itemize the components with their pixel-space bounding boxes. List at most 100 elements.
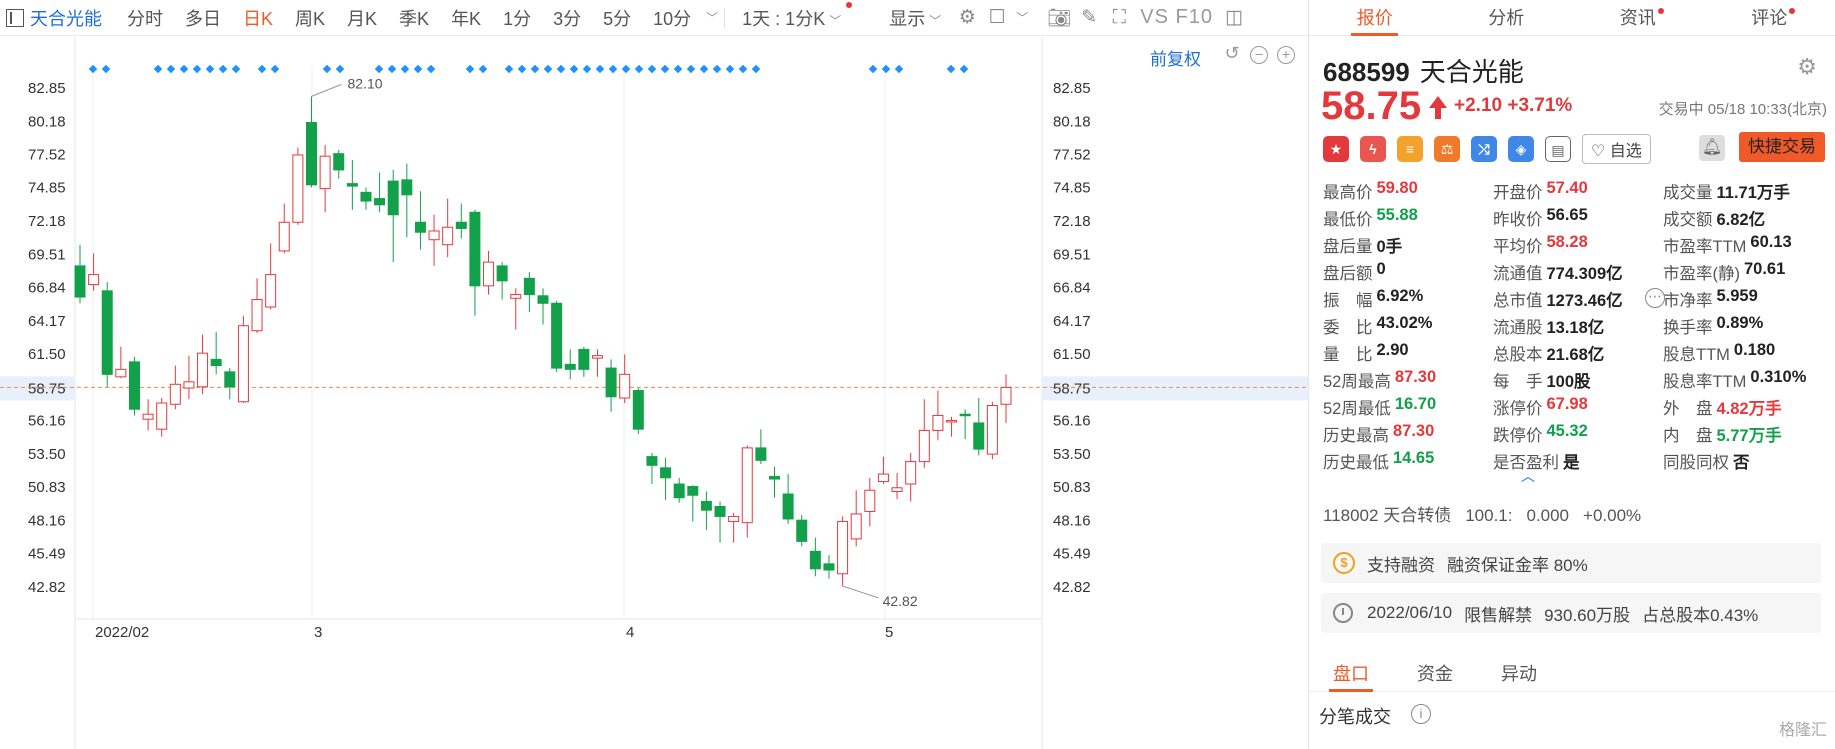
coins-icon[interactable]: ≡ [1397,136,1423,162]
kline-chart[interactable]: 82.85 82.85 80.18 80.18 77.52 77.52 74.85 74.85… [0,37,1308,749]
zoom-in-icon[interactable]: + [1277,46,1295,64]
event-marker [582,64,592,74]
tab-news[interactable]: 资讯 [1572,0,1704,35]
clock-icon [1333,603,1353,623]
tab-analysis[interactable]: 分析 [1441,0,1573,35]
shuffle-icon[interactable]: ⤮ [1471,136,1497,162]
period-more-chevron-icon[interactable]: ﹀ [706,9,718,26]
quote-row: 历史最低 14.65 是否盈利是同股同权否 [1323,449,1833,476]
vs-f10-button[interactable]: VS F10 [1134,6,1219,29]
date-axis-label: 5 [885,624,893,641]
period-tab-1min[interactable]: 1分 [492,5,542,31]
stock-name-tab[interactable]: 天合光能 [24,5,116,31]
date-axis-label: 3 [314,624,322,641]
candle-up [183,381,195,389]
candle-down [578,348,590,370]
zoom-out-icon[interactable]: − [1250,46,1268,64]
quote-value: 是 [1563,454,1580,472]
quote-cell: 量 比 2.90 [1323,341,1493,368]
event-marker [88,64,98,74]
period-tab-10min[interactable]: 10分 [642,5,702,31]
tab-comments[interactable]: 评论 [1704,0,1835,35]
quote-row: 最高价 59.80 开盘价 57.40 成交量 11.71万手 [1323,179,1833,206]
bookmark-icon[interactable]: ▤ [1545,136,1571,162]
quote-label: 成交额 [1663,211,1713,229]
price-axis-label-right: 45.49 [1053,546,1091,563]
unlock-card[interactable]: 2022/06/10 限售解禁 930.60万股 占总股本0.43% [1321,593,1821,633]
period-tab-multiday[interactable]: 多日 [174,5,232,31]
candle-up [88,274,100,286]
candle-up [442,226,454,246]
tab-orderbook[interactable]: 盘口 [1309,656,1393,692]
expand-chevron-icon[interactable]: ︿ [1521,466,1535,486]
event-marker [556,64,566,74]
adjust-mode-button[interactable]: 前复权 [1150,45,1201,70]
pencil-icon[interactable]: ✎ [1074,6,1104,29]
price-axis-label-left: 42.82 [28,579,66,596]
unlock-shares: 930.60万股 [1544,605,1631,625]
quote-row: 盘后量 0手 平均价 58.28 市盈率TTM 60.13 [1323,233,1833,260]
quote-label: 盘后额 [1323,265,1373,283]
quote-cell: 委 比 43.02% [1323,314,1493,341]
feature-icon-row: ★ ϟ ≡ ⚖ ⤮ ◈ ▤ ♡ 自选 [1323,134,1651,164]
period-tab-3min[interactable]: 3分 [542,5,592,31]
quote-label: 平均价 [1493,238,1543,256]
tab-quote[interactable]: 报价 [1309,0,1441,36]
quote-value: 13.18亿 [1546,319,1605,337]
candle-down [128,361,140,410]
kline-chart-canvas[interactable]: 82.85 82.85 80.18 80.18 77.52 77.52 74.85 74.85… [0,37,1308,749]
candle-down [306,122,317,186]
quick-trade-button[interactable]: 快捷交易 [1739,132,1825,162]
balance-icon[interactable]: ⚖ [1434,136,1460,162]
gear-icon[interactable]: ⚙ [1797,54,1817,80]
quote-value: 0.180 [1733,341,1776,359]
candle-up [728,515,740,522]
candle-up [197,352,209,388]
period-tab-weekly[interactable]: 周K [284,5,336,31]
kline-setting-label: 1天 : 1分K [742,8,826,29]
convertible-bond-row[interactable]: 118002 天合转债 100.1: 0.000 +0.00% [1323,501,1655,526]
tab-fundflow[interactable]: 资金 [1393,656,1477,691]
period-tab-monthly[interactable]: 月K [336,5,388,31]
gear-icon[interactable]: ⚙ [952,6,982,29]
period-tab-5min[interactable]: 5分 [592,5,642,31]
candle-up [986,404,998,455]
tag-icon[interactable]: ◈ [1508,136,1534,162]
panel-collapse-icon[interactable]: ◫ [1219,6,1249,29]
candle-down [455,221,467,229]
chevron-down-icon[interactable]: ﹀ [1016,9,1028,26]
quote-value: 14.65 [1393,449,1435,467]
camera-icon[interactable]: 📷︎ [1044,6,1074,30]
period-tab-quarterly[interactable]: 季K [388,5,440,31]
quote-label: 52周最低 [1323,400,1391,418]
event-marker [400,64,410,74]
period-tab-fenshi[interactable]: 分时 [116,5,174,31]
bell-icon[interactable]: 🔔︎ [1699,135,1725,161]
event-marker [530,64,540,74]
more-icon[interactable]: ⋯ [1645,288,1665,308]
candle-down [537,295,549,304]
margin-card[interactable]: $ 支持融资 融资保证金率 80% [1321,543,1821,583]
candle-up [741,447,753,524]
event-marker [504,64,514,74]
event-marker [257,64,267,74]
price-axis-label-right: 80.18 [1053,113,1091,130]
quote-label: 市盈率TTM [1663,238,1747,256]
fullscreen-icon[interactable]: ⛶ [1104,7,1134,29]
info-icon[interactable]: i [1411,704,1431,724]
china-flag-icon[interactable]: ★ [1323,136,1349,162]
reset-icon[interactable]: ↺ [1223,44,1241,64]
quote-label: 成交量 [1663,184,1713,202]
add-watchlist-button[interactable]: ♡ 自选 [1582,134,1651,164]
kline-setting-dropdown[interactable]: 1天 : 1分K ﹀ [731,1,853,31]
quote-label: 股息率TTM [1663,373,1747,391]
layout-square-icon[interactable]: ☐ [982,6,1012,29]
tab-anomaly[interactable]: 异动 [1477,656,1561,691]
period-tab-daily[interactable]: 日K [232,5,284,31]
display-dropdown[interactable]: 显示 ﹀ [878,5,952,31]
lightning-icon[interactable]: ϟ [1360,136,1386,162]
period-tab-yearly[interactable]: 年K [440,5,492,31]
sidebar-toggle-icon[interactable] [6,8,24,27]
candle-up [837,520,849,575]
candle-up [891,487,903,493]
